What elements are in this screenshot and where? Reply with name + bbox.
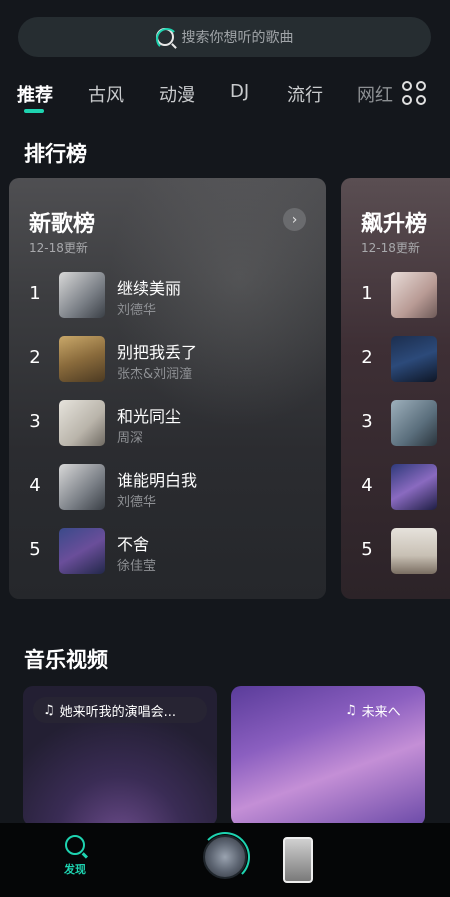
videos-section-title: 音乐视频 [24,648,108,672]
song-artist: 周深 [117,431,144,446]
chart-title: 飙升榜 [361,212,428,237]
discover-icon [65,835,85,855]
tab-recommend[interactable]: 推荐 [17,81,53,107]
rising-chart-card[interactable]: 飙升榜 12-18更新 1 2 3 4 5 [341,178,450,599]
song-cover [391,272,437,318]
tab-dj[interactable]: DJ [230,81,249,102]
nav-discover[interactable]: 发现 [58,835,92,877]
tab-pop[interactable]: 流行 [287,81,323,107]
song-rank: 2 [29,347,41,368]
chart-song-row[interactable]: 3 [341,398,450,448]
chart-song-row[interactable]: 4 谁能明白我 刘德华 [9,462,326,512]
song-cover [391,400,437,446]
song-cover [391,528,437,574]
song-rank: 2 [361,347,373,368]
chart-update-date: 12-18更新 [29,241,88,255]
song-artist: 张杰&刘润潼 [117,367,193,382]
song-rank: 3 [29,411,41,432]
nav-discover-label: 发现 [64,863,86,876]
chart-song-row[interactable]: 3 和光同尘 周深 [9,398,326,448]
song-rank: 1 [29,283,41,304]
song-artist: 刘德华 [117,303,157,318]
song-name: 谁能明白我 [117,471,198,490]
chart-title: 新歌榜 [29,212,96,237]
chart-song-row[interactable]: 5 [341,526,450,576]
song-cover [59,464,105,510]
charts-section-title: 排行榜 [24,142,87,166]
search-bar[interactable]: 搜索你想听的歌曲 [18,17,431,57]
song-cover [59,400,105,446]
chart-song-row[interactable]: 2 别把我丢了 张杰&刘润潼 [9,334,326,384]
search-placeholder: 搜索你想听的歌曲 [181,30,294,46]
tab-internet-hits[interactable]: 网红 [357,81,393,107]
song-name: 继续美丽 [117,279,182,298]
search-icon [155,28,178,50]
song-cover [59,272,105,318]
song-rank: 1 [361,283,373,304]
music-video-card[interactable]: ♫ 她来听我的演唱会... [23,686,217,826]
category-tabs: 推荐 古风 动漫 DJ 流行 网红 [0,76,450,116]
active-tab-indicator [24,109,44,113]
song-rank: 5 [361,539,373,560]
chart-song-row[interactable]: 4 [341,462,450,512]
video-title: 她来听我的演唱会... [59,704,177,720]
tab-anime[interactable]: 动漫 [159,81,195,107]
song-artist: 刘德华 [117,495,157,510]
grid-more-icon[interactable] [402,81,428,107]
now-playing-disc[interactable] [203,835,247,879]
video-title-chip: ♫ 未来へ [335,697,411,723]
song-rank: 4 [29,475,41,496]
song-name: 别把我丢了 [117,343,198,362]
song-name: 和光同尘 [117,407,182,426]
song-artist: 徐佳莹 [117,559,157,574]
music-video-card[interactable]: ♫ 未来へ [231,686,425,826]
nav-profile-thumbnail[interactable] [283,837,313,883]
song-rank: 4 [361,475,373,496]
tab-ancient-style[interactable]: 古风 [88,81,124,107]
video-title-chip: ♫ 她来听我的演唱会... [33,697,207,723]
song-rank: 5 [29,539,41,560]
chart-song-row[interactable]: 1 [341,270,450,320]
song-cover [59,528,105,574]
bottom-navigation: 发现 [0,823,450,897]
music-note-icon: ♫ [345,702,357,718]
chart-song-row[interactable]: 2 [341,334,450,384]
song-cover [391,464,437,510]
music-note-icon: ♫ [43,702,55,718]
song-cover [391,336,437,382]
chart-song-row[interactable]: 5 不舍 徐佳莹 [9,526,326,576]
chevron-right-icon[interactable]: › [283,208,306,231]
new-songs-chart-card[interactable]: 新歌榜 12-18更新 › 1 继续美丽 刘德华 2 别把我丢了 张杰&刘润潼 … [9,178,326,599]
video-title: 未来へ [361,704,401,720]
chart-update-date: 12-18更新 [361,241,420,255]
song-rank: 3 [361,411,373,432]
song-name: 不舍 [117,535,150,554]
chart-song-row[interactable]: 1 继续美丽 刘德华 [9,270,326,320]
song-cover [59,336,105,382]
